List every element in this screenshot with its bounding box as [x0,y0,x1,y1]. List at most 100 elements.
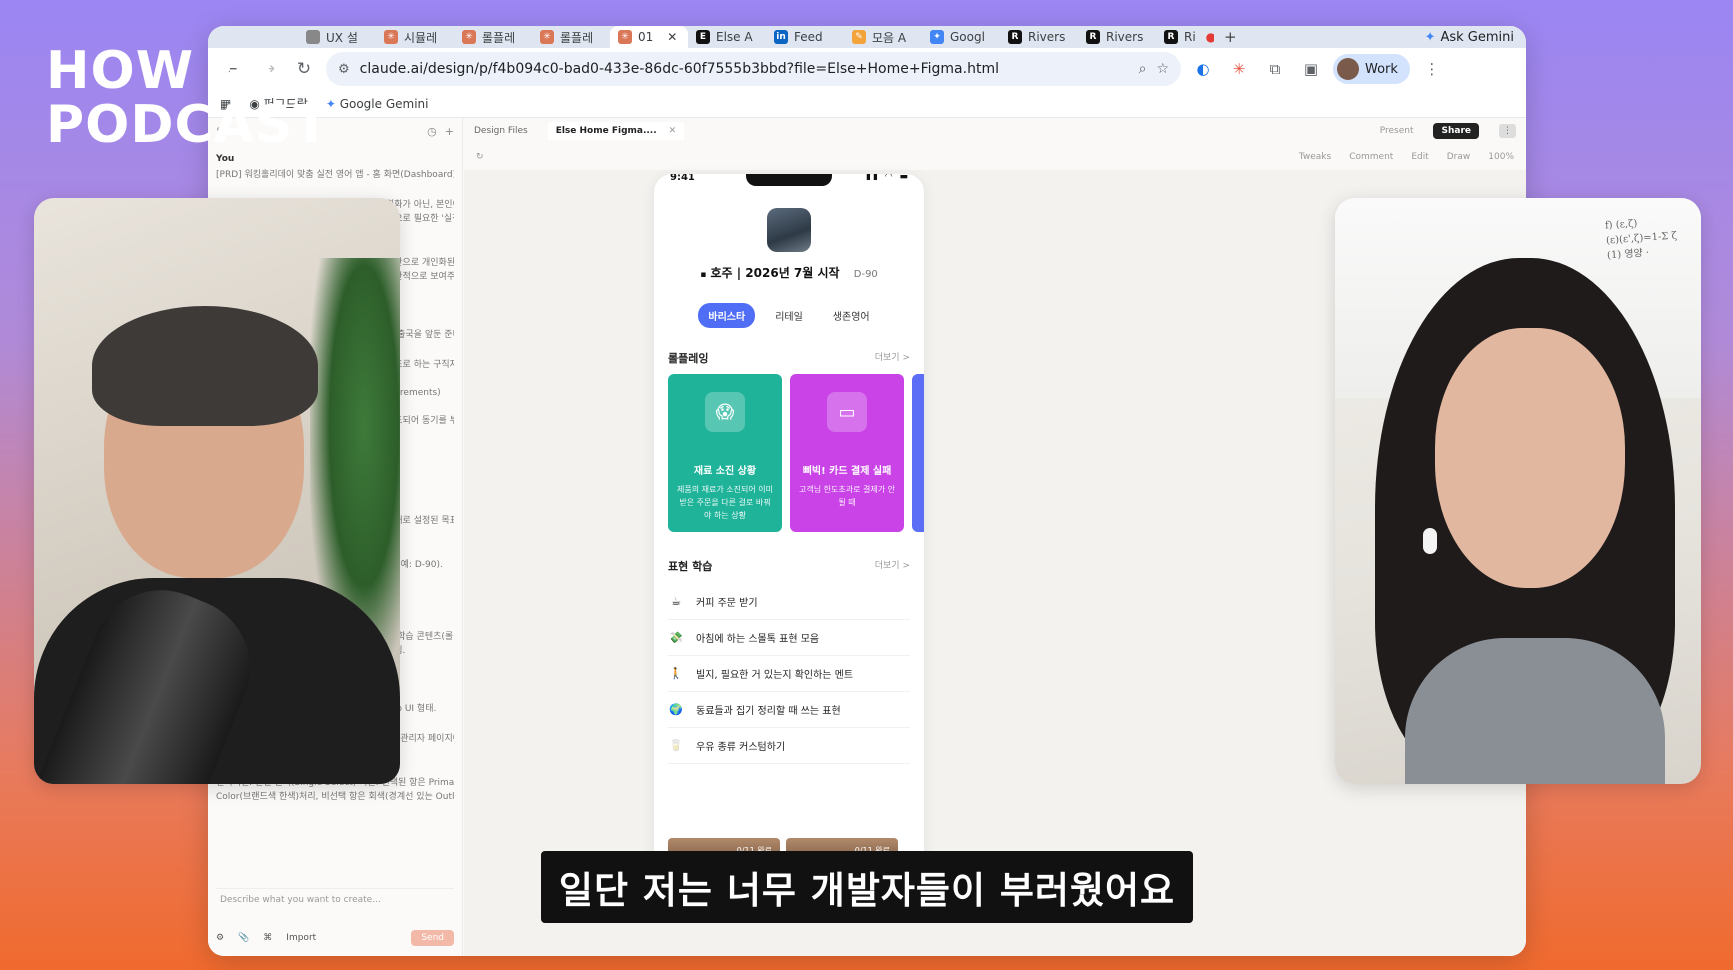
list-item[interactable]: ☕ 커피 주문 받기 [668,584,910,620]
guest-body [1405,638,1665,784]
card-desc: 고객님 한도초과로 결제가 안될 때 [799,485,895,507]
zoom-level[interactable]: 100% [1488,152,1514,162]
roleplay-more-link[interactable]: 더보기 > [875,350,910,366]
chip-retail[interactable]: 리테일 [765,303,813,328]
avatar [1337,58,1359,80]
chip-barista[interactable]: 바리스타 [698,303,756,328]
credit-card-icon: ▭ [827,392,867,432]
refresh-icon[interactable]: ↻ [476,152,484,162]
gemini-icon: ✦ [1424,29,1436,45]
search-icon[interactable]: ⌕ [1139,61,1147,77]
money-icon: 💸 [669,631,683,644]
browser-tab[interactable]: ✳ 롤플레 [454,26,532,48]
file-tabs: Design Files Else Home Figma.... ✕ Presen… [464,118,1526,144]
extensions-puzzle-icon[interactable]: ⧉ [1261,55,1289,83]
host-video-left [34,198,400,784]
close-tab-icon[interactable]: ✕ [669,126,677,136]
history-icon[interactable]: ◷ [427,125,437,138]
more-icon[interactable]: ⋮ [1499,124,1516,138]
chip-survival-english[interactable]: 생존영어 [823,303,880,328]
host-hair [92,306,318,426]
bookmark-item[interactable]: ✦ Google Gemini [326,97,429,111]
comment-button[interactable]: Comment [1349,152,1393,162]
close-tab-icon[interactable]: ✕ [667,30,677,44]
tab-else-home[interactable]: Else Home Figma.... ✕ [547,122,685,140]
site-settings-icon[interactable]: ⚙ [338,62,350,77]
import-button[interactable]: Import [286,933,316,943]
browser-tab[interactable]: ✳ 롤플레 [532,26,610,48]
signal-battery-icon: ▮▮ ◠ ▬ [866,174,910,182]
globe-icon: 🌍 [669,703,683,716]
video-caption: 일단 저는 너무 개발자들이 부러웠어요 [541,851,1193,923]
roleplay-card-partial[interactable] [912,374,924,532]
guest-face [1435,328,1625,588]
status-bar: 9:41 ▮▮ ◠ ▬ [654,174,924,190]
ask-gemini-button[interactable]: ✦ Ask Gemini [1425,30,1514,45]
roleplay-card[interactable]: 😱 재료 소진 상황 제품의 재료가 소진되어 이미 받은 주문을 다른 걸로 … [668,374,782,532]
shocked-face-icon: 😱 [705,392,745,432]
pencil-favicon-icon: ✎ [852,30,866,44]
phone-mockup: 9:41 ▮▮ ◠ ▬ ▪ 호주 | 2026년 7월 시작 D-90 바리스타… [654,174,924,864]
browser-tab[interactable]: ✳ 시뮬레 [376,26,454,48]
milk-glass-icon: 🥛 [669,739,683,752]
job-chips: 바리스타 리테일 생존영어 [654,303,924,328]
add-icon[interactable]: + [445,125,454,138]
bookmark-star-icon[interactable]: ☆ [1156,61,1169,77]
draw-button[interactable]: Draw [1447,152,1471,162]
list-item[interactable]: 🌍 동료들과 집기 정리할 때 쓰는 표현 [668,692,910,728]
browser-tab[interactable]: in Feed [766,26,844,48]
list-item[interactable]: 🥛 우유 종류 커스텀하기 [668,728,910,764]
extension-icon[interactable]: ◐ [1189,55,1217,83]
expression-section-header: 표현 학습 더보기 > [654,558,924,574]
earbud [1423,528,1437,554]
browser-tab[interactable]: R Rivers [1000,26,1078,48]
australia-flag-icon: ▪ [700,270,707,280]
person-walking-icon: 🚶 [669,667,683,680]
coffee-cup-icon: ☕ [671,595,681,608]
guest-video-right: f) (ε,ζ) (ε)(ε',ζ)=1-Σ ζ (1) 영양 · [1335,198,1701,784]
list-item[interactable]: 💸 아침에 하는 스몰톡 표현 모음 [668,620,910,656]
new-tab-button[interactable]: + [1224,28,1237,46]
whiteboard-writing: f) (ε,ζ) (ε)(ε',ζ)=1-Σ ζ (1) 영양 · [1604,218,1678,262]
destination-header: ▪ 호주 | 2026년 7월 시작 D-90 [654,264,924,281]
expression-title: 표현 학습 [668,560,713,573]
browser-tab[interactable]: ✎ 모음 A [844,26,922,48]
address-row: ← → ↻ ⚙ claude.ai/design/p/f4b094c0-bad0… [208,48,1526,90]
profile-image[interactable] [767,208,811,252]
card-title: 재료 소진 상황 [693,466,757,477]
dynamic-island [746,174,832,186]
address-bar[interactable]: ⚙ claude.ai/design/p/f4b094c0-bad0-433e-… [326,52,1181,86]
share-button[interactable]: Share [1433,123,1479,139]
expression-more-link[interactable]: 더보기 > [875,558,910,574]
prompt-input[interactable]: Describe what you want to create... [216,888,454,916]
menu-dots-icon[interactable]: ⋮ [1418,55,1446,83]
browser-tab[interactable]: R Ri ● [1156,26,1214,48]
logo-line-2: PODCAST [46,95,330,155]
list-item[interactable]: 🚶 빌지, 필요한 거 있는지 확인하는 멘트 [668,656,910,692]
claude-favicon-icon: ✳ [540,30,554,44]
gemini-favicon-icon: ✦ [930,30,944,44]
browser-tab[interactable]: ✦ Googl [922,26,1000,48]
browser-tab[interactable]: R Rivers [1078,26,1156,48]
roleplay-title: 롤플레잉 [668,352,709,365]
settings-icon[interactable]: ⚙ [216,933,224,943]
tools-icon[interactable]: ⌘ [263,933,272,943]
edit-button[interactable]: Edit [1411,152,1428,162]
tab-design-files[interactable]: Design Files [474,126,528,136]
browser-tab-active[interactable]: ✳ 01 ✕ [610,26,688,48]
message-line: [PRD] 워킹홀리데이 맞춤 실전 영어 앱 - 홈 화면(Dashboard… [216,170,454,180]
claude-extension-icon[interactable]: ✳ [1225,55,1253,83]
roleplay-card[interactable]: ▭ 삐빅! 카드 결제 실패 고객님 한도초과로 결제가 안될 때 [790,374,904,532]
tweaks-button[interactable]: Tweaks [1299,152,1331,162]
card-desc: 제품의 재료가 소진되어 이미 받은 주문을 다른 걸로 바꿔야 하는 상황 [677,485,773,520]
present-button[interactable]: Present [1380,126,1414,136]
profile-button[interactable]: Work [1333,54,1410,84]
send-button[interactable]: Send [411,930,454,946]
linkedin-favicon-icon: in [774,30,788,44]
attach-icon[interactable]: 📎 [238,933,249,943]
claude-favicon-icon: ✳ [618,30,632,44]
side-panel-icon[interactable]: ▣ [1297,55,1325,83]
browser-tab[interactable]: E Else A [688,26,766,48]
expression-list: ☕ 커피 주문 받기 💸 아침에 하는 스몰톡 표현 모음 🚶 빌지, 필요한 거 있… [654,584,924,764]
url-text[interactable]: claude.ai/design/p/f4b094c0-bad0-433e-86… [360,61,1129,77]
